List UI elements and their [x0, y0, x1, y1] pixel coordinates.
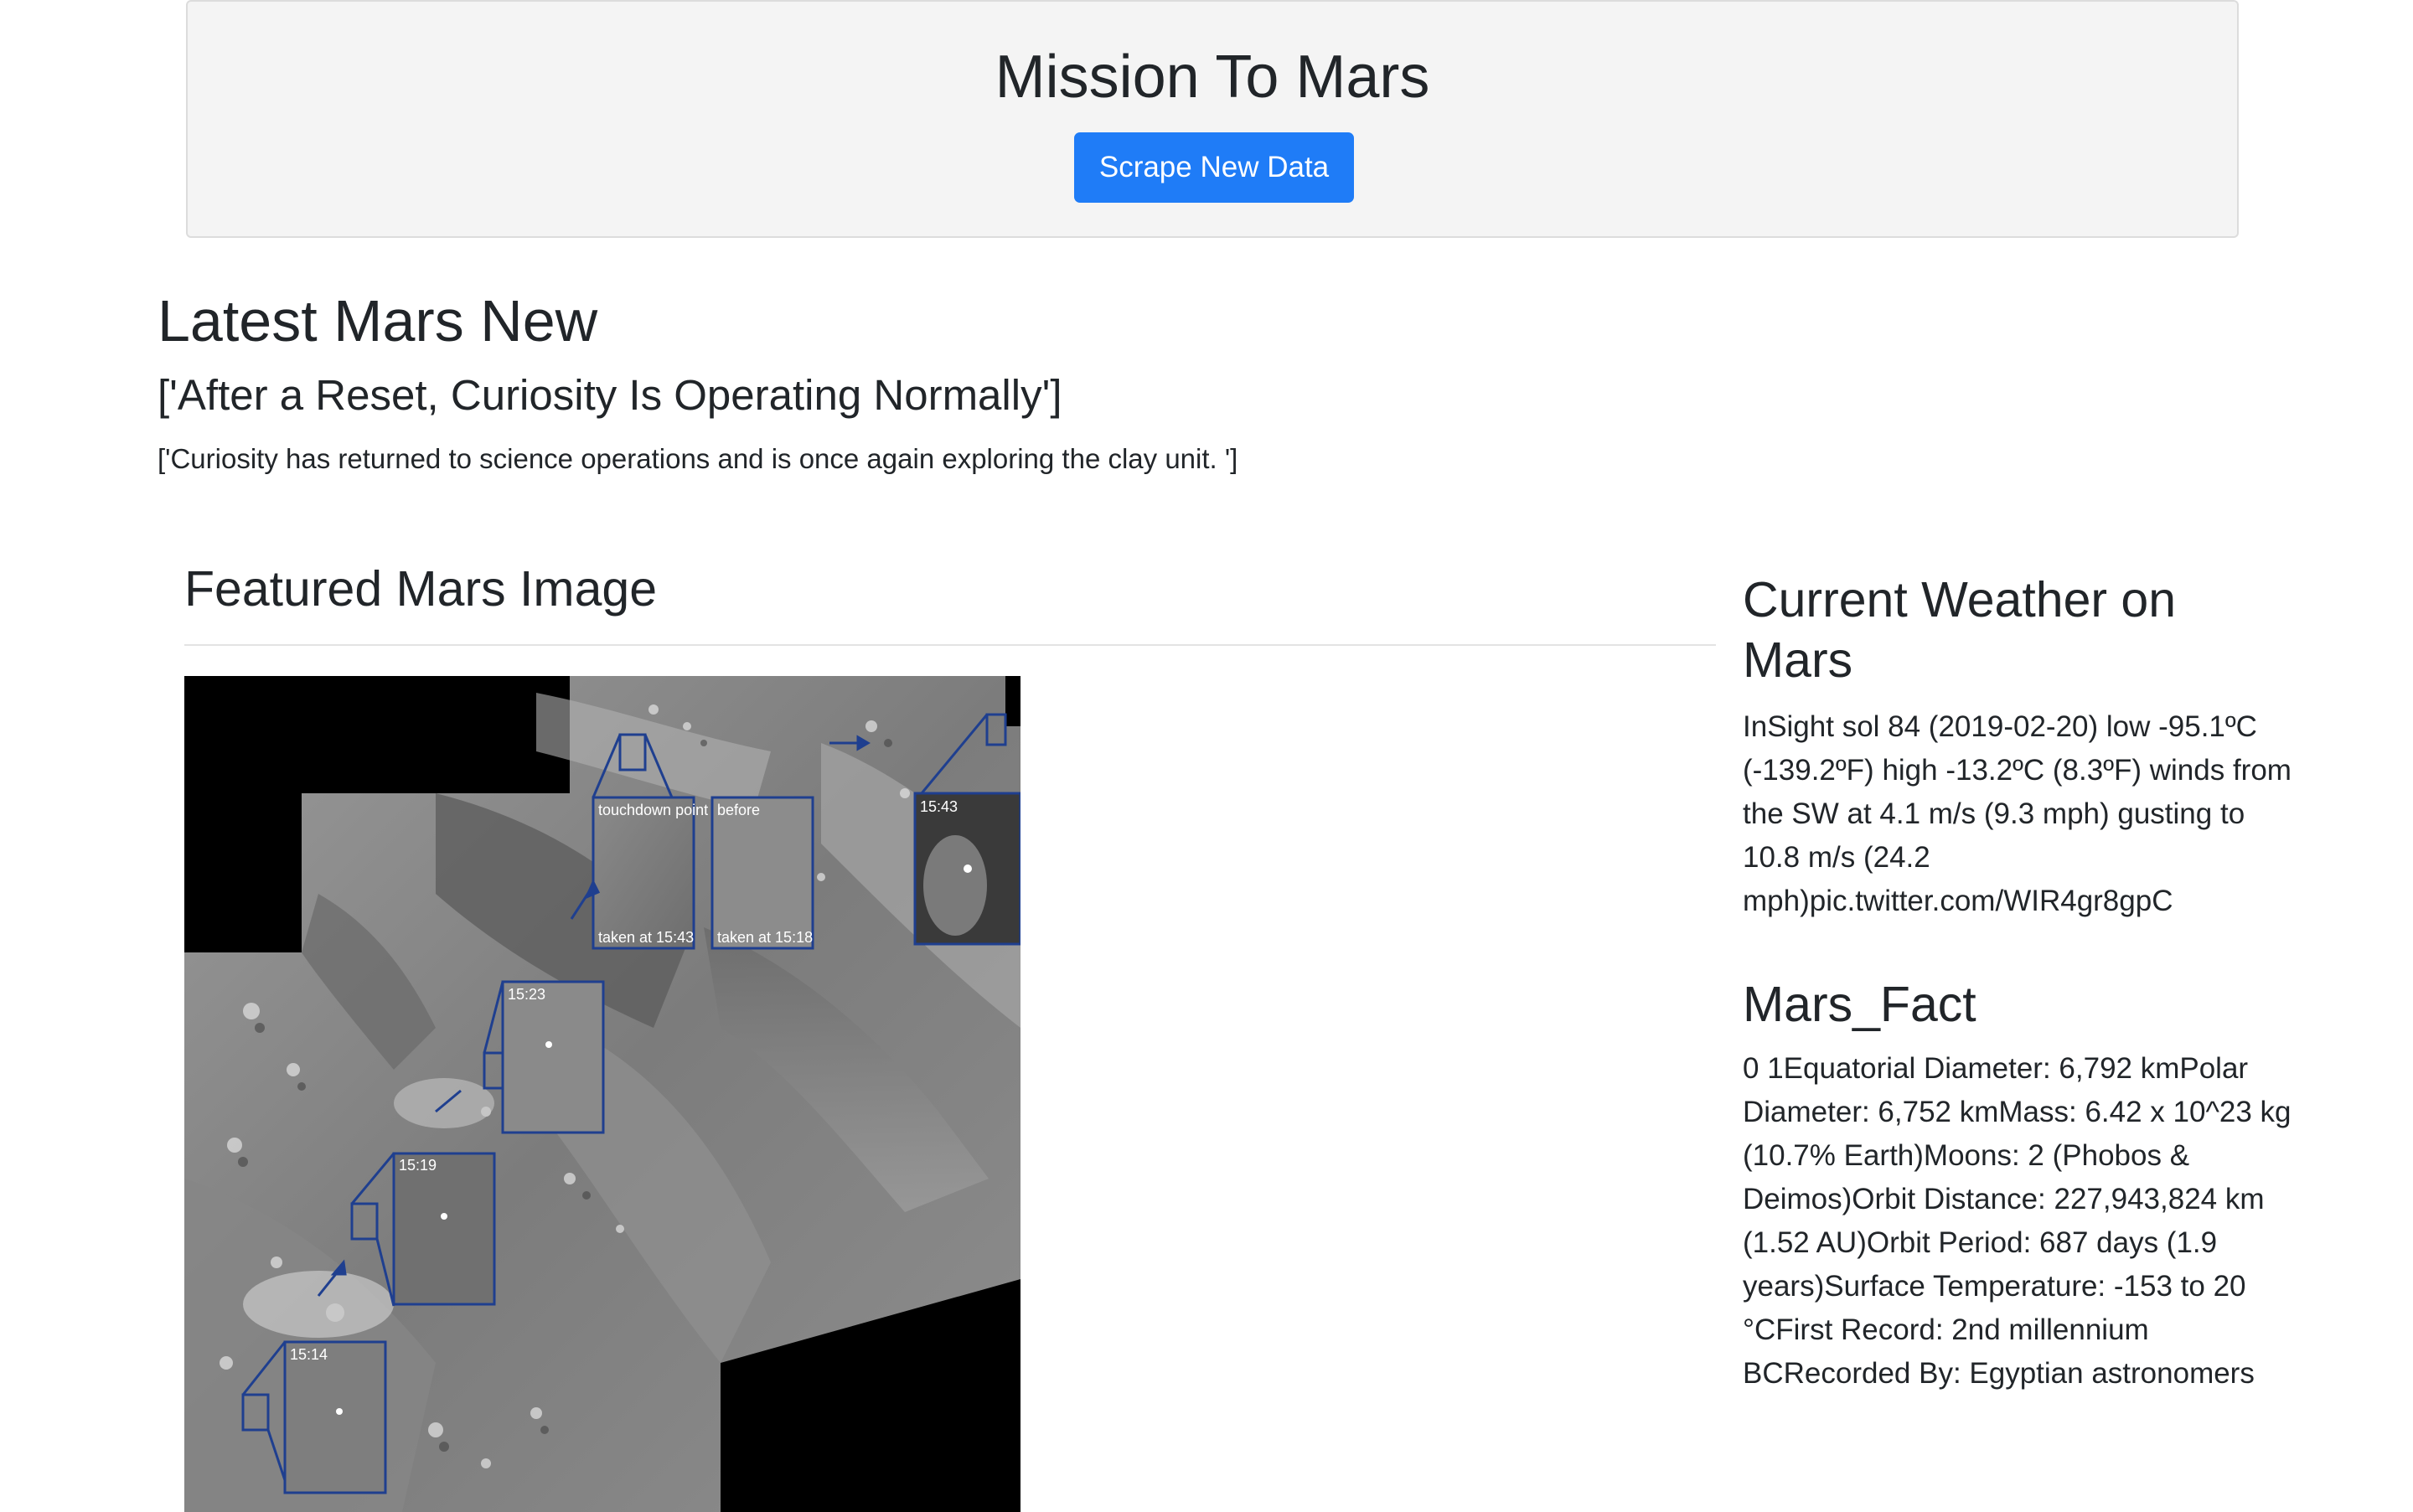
before-label: before [717, 802, 760, 818]
page-title: Mission To Mars [995, 44, 1430, 111]
touchdown-label: touchdown point [598, 802, 708, 818]
scrape-new-data-button[interactable]: Scrape New Data [1074, 132, 1354, 203]
time-1514-label: 15:14 [290, 1346, 328, 1363]
featured-image-heading: Featured Mars Image [184, 561, 658, 617]
taken-1518-label: taken at 15:18 [717, 929, 813, 946]
time-1519-label: 15:19 [399, 1157, 437, 1174]
latest-news-heading: Latest Mars New [158, 288, 598, 353]
taken-1543-label: taken at 15:43 [598, 929, 694, 946]
mars-facts-text: 0 1Equatorial Diameter: 6,792 kmPolar Di… [1743, 1052, 2292, 1390]
featured-mars-image[interactable]: touchdown point before taken at 15:43 ta… [184, 676, 1020, 1512]
weather-text: InSight sol 84 (2019-02-20) low -95.1ºC … [1743, 710, 2292, 917]
weather-heading: Current Weather on Mars [1743, 572, 2177, 688]
time-1523-label: 15:23 [508, 986, 545, 1003]
jumbotron-header: Mission To Mars Scrape New Data [186, 0, 2239, 238]
mars-facts-heading: Mars_Fact [1743, 977, 1976, 1032]
news-paragraph: ['Curiosity has returned to science oper… [158, 443, 1238, 474]
featured-divider [184, 644, 1716, 646]
time-1543-label: 15:43 [920, 798, 958, 815]
mars-image-graphic: touchdown point before taken at 15:43 ta… [184, 676, 1020, 1512]
news-title: ['After a Reset, Curiosity Is Operating … [158, 371, 1062, 419]
